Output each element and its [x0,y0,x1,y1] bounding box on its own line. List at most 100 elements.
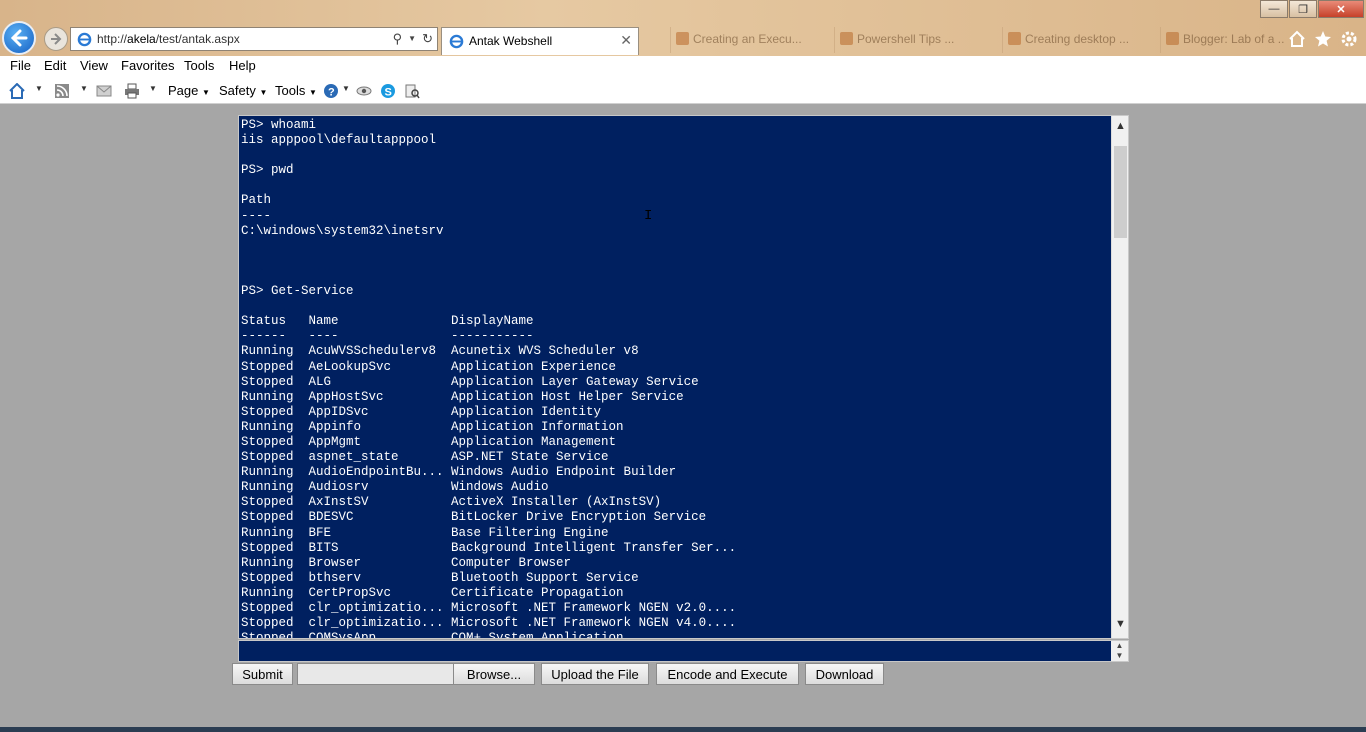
console-line: iis apppool\defaultapppool [241,133,437,148]
refresh-icon[interactable]: ↻ [422,31,433,47]
chevron-down-icon[interactable]: ▼ [342,84,350,93]
scroll-up-icon[interactable]: ▲ [1112,120,1128,134]
url-text: http://akela/test/antak.aspx [97,32,240,46]
console-line: PS> whoami [241,118,317,132]
console-line: Running Audiosrv Windows Audio [241,480,549,495]
console-line: Path [241,193,272,208]
console-line: Stopped BITS Background Intelligent Tran… [241,540,737,555]
scroll-thumb[interactable] [1114,146,1127,238]
menu-view[interactable]: View [80,58,108,73]
favorites-star-icon[interactable] [1314,30,1332,48]
console-line: Stopped bthserv Bluetooth Support Servic… [241,570,639,585]
console-line: Stopped AxInstSV ActiveX Installer (AxIn… [241,495,662,510]
feeds-icon[interactable] [54,83,70,99]
console-line: Stopped BDESVC BitLocker Drive Encryptio… [241,510,707,525]
back-arrow-icon [10,29,28,47]
forward-arrow-icon [51,33,62,45]
console-scrollbar[interactable]: ▲ ▼ [1111,116,1128,638]
menu-favorites[interactable]: Favorites [121,58,174,73]
eye-icon[interactable] [356,83,372,99]
console-line: C:\windows\system32\inetsrv [241,223,444,238]
tools-menu[interactable]: Tools ▼ [275,83,317,98]
search-icon[interactable]: ⚲ [393,31,403,47]
console-line: Running AcuWVSSchedulerv8 Acunetix WVS S… [241,344,639,359]
forward-button[interactable] [44,27,68,51]
text-cursor-icon: I [644,208,653,224]
chevron-down-icon[interactable]: ▼ [149,84,157,93]
page-menu[interactable]: Page ▼ [168,83,210,98]
svg-text:?: ? [328,87,335,99]
background-tab[interactable]: Creating desktop ... [1002,27,1156,53]
safety-menu[interactable]: Safety ▼ [219,83,267,98]
file-path-field[interactable] [297,663,454,685]
console-line: Stopped clr_optimizatio... Microsoft .NE… [241,601,737,615]
maximize-button[interactable]: ❐ [1289,0,1317,18]
console-line: Stopped clr_optimizatio... Microsoft .NE… [241,616,737,631]
console-line: Running Appinfo Application Information [241,419,624,434]
tab-favicon-icon [1008,32,1021,45]
console-line: Stopped COMSysApp COM+ System Applicatio… [241,631,624,639]
page-content: PS> whoami iis apppool\defaultapppool PS>… [0,104,1366,732]
help-icon[interactable]: ? [323,83,339,99]
console-output[interactable]: PS> whoami iis apppool\defaultapppool PS>… [238,115,1129,639]
minimize-button[interactable]: — [1260,0,1288,18]
submit-button[interactable]: Submit [232,663,293,685]
back-button[interactable] [2,21,36,55]
console-line: Running CertPropSvc Certificate Propagat… [241,585,624,600]
home-icon[interactable] [1288,30,1306,48]
browse-button[interactable]: Browse... [453,663,535,685]
background-tab[interactable]: Blogger: Lab of a ... [1160,27,1284,53]
tab-favicon-icon [840,32,853,45]
tab-title: Antak Webshell [469,34,553,48]
menu-edit[interactable]: Edit [44,58,66,73]
menu-tools[interactable]: Tools [184,58,214,73]
command-bar: ▼ ▼ ▼ Page ▼ Safety ▼ Tools ▼ ? ▼ S [0,78,1366,104]
close-window-button[interactable]: ✕ [1318,0,1364,18]
console-line: Running AudioEndpointBu... Windows Audio… [241,465,677,480]
ie-logo-icon [77,32,92,47]
console-line: Running AppHostSvc Application Host Help… [241,389,684,404]
upload-file-button[interactable]: Upload the File [541,663,649,685]
menu-help[interactable]: Help [229,58,256,73]
input-scroll-icon[interactable]: ▲ ▼ [1111,641,1128,661]
console-line: Stopped AppMgmt Application Management [241,434,617,449]
taskbar [0,727,1366,732]
tab-favicon-icon [1166,32,1179,45]
research-icon[interactable] [404,83,420,99]
skype-icon[interactable]: S [380,83,396,99]
scroll-down-icon[interactable]: ▼ [1112,618,1128,632]
window-controls: — ❐ ✕ [1259,0,1364,18]
settings-gear-icon[interactable] [1340,30,1358,48]
svg-text:S: S [385,87,392,99]
download-button[interactable]: Download [805,663,884,685]
chevron-down-icon[interactable]: ▼ [80,84,88,93]
tab-antak-webshell[interactable]: Antak Webshell ✕ [441,27,639,55]
ie-logo-icon [449,34,464,49]
dropdown-icon[interactable]: ▼ [408,31,416,47]
background-tab[interactable]: Powershell Tips ... [834,27,1000,53]
address-bar[interactable]: http://akela/test/antak.aspx ⚲ ▼ ↻ [70,27,438,51]
browser-title-bar: — ❐ ✕ http://akela/test/antak.aspx ⚲ ▼ ↻… [0,0,1366,56]
background-tab[interactable]: Creating an Execu... [670,27,830,53]
close-tab-icon[interactable]: ✕ [620,32,632,49]
home-icon[interactable] [9,83,25,99]
console-line: Status Name DisplayName [241,314,534,329]
console-line: ------ ---- ----------- [241,329,534,344]
console-text: PS> whoami iis apppool\defaultapppool PS>… [241,118,737,639]
mail-icon[interactable] [96,83,112,99]
chevron-down-icon[interactable]: ▼ [35,84,43,93]
encode-execute-button[interactable]: Encode and Execute [656,663,799,685]
command-input[interactable] [239,641,1111,661]
console-line: ---- [241,208,272,223]
console-line: PS> pwd [241,163,294,178]
console-line: Running BFE Base Filtering Engine [241,525,609,540]
console-line: Stopped AeLookupSvc Application Experien… [241,359,617,374]
menu-file[interactable]: File [10,58,31,73]
console-line: PS> Get-Service [241,284,354,299]
console-line: Stopped aspnet_state ASP.NET State Servi… [241,450,609,465]
print-icon[interactable] [124,83,140,99]
